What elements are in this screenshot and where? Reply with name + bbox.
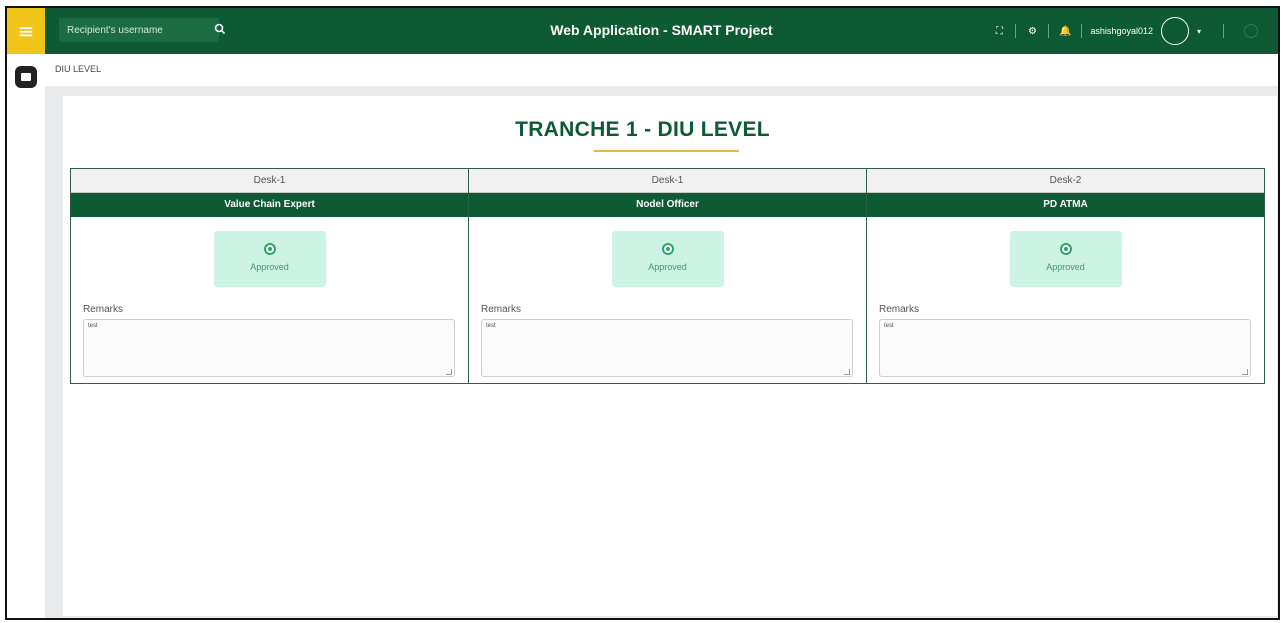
status-approved: Approved bbox=[611, 231, 724, 287]
role-header: Value Chain Expert bbox=[71, 193, 468, 217]
radio-icon bbox=[263, 243, 276, 255]
divider bbox=[1081, 24, 1083, 38]
resize-handle[interactable] bbox=[844, 369, 850, 375]
radio-icon bbox=[1059, 243, 1072, 255]
divider bbox=[1015, 24, 1017, 38]
status-label: Approved bbox=[1046, 262, 1085, 272]
top-navbar: ≡ Web Application - SMART Project ⛶ ⚙ 🔔 … bbox=[7, 8, 1278, 54]
desk-column: Desk-1 Value Chain Expert Approved Remar… bbox=[71, 169, 469, 383]
expand-icon[interactable]: ⛶ bbox=[991, 23, 1007, 39]
resize-handle[interactable] bbox=[1242, 369, 1248, 375]
divider bbox=[1048, 24, 1050, 38]
title-underline bbox=[594, 150, 739, 152]
remarks-field[interactable]: test bbox=[481, 319, 853, 377]
power-icon[interactable] bbox=[1244, 24, 1258, 38]
role-header: PD ATMA bbox=[867, 193, 1264, 217]
message-icon[interactable] bbox=[15, 66, 37, 88]
desk-header: Desk-2 bbox=[867, 169, 1264, 193]
avatar[interactable] bbox=[1160, 17, 1189, 45]
remarks-field[interactable]: test bbox=[83, 319, 455, 377]
desk-table: Desk-1 Value Chain Expert Approved Remar… bbox=[70, 168, 1265, 384]
username-label[interactable]: ashishgoyal012 bbox=[1090, 26, 1153, 36]
desk-column: Desk-2 PD ATMA Approved Remarks test bbox=[867, 169, 1264, 383]
status-label: Approved bbox=[648, 262, 687, 272]
status-approved: Approved bbox=[213, 231, 326, 287]
radio-icon bbox=[661, 243, 674, 255]
desk-column: Desk-1 Nodel Officer Approved Remarks te… bbox=[469, 169, 867, 383]
chevron-down-icon[interactable]: ▾ bbox=[1197, 27, 1201, 36]
header-bar: Web Application - SMART Project ⛶ ⚙ 🔔 as… bbox=[45, 8, 1278, 54]
hamburger-icon: ≡ bbox=[17, 19, 35, 43]
remarks-label: Remarks bbox=[879, 304, 920, 315]
bell-icon[interactable]: 🔔 bbox=[1057, 23, 1073, 39]
menu-toggle-button[interactable]: ≡ bbox=[7, 8, 45, 54]
remarks-label: Remarks bbox=[481, 304, 522, 315]
remarks-field[interactable]: test bbox=[879, 319, 1251, 377]
header-tools: ⛶ ⚙ 🔔 ashishgoyal012 ▾ bbox=[991, 16, 1258, 46]
app-window: ≡ Web Application - SMART Project ⛶ ⚙ 🔔 … bbox=[5, 6, 1280, 620]
remarks-label: Remarks bbox=[83, 304, 124, 315]
desk-header: Desk-1 bbox=[469, 169, 866, 193]
breadcrumb: DIU LEVEL bbox=[55, 64, 102, 74]
gear-icon[interactable]: ⚙ bbox=[1024, 23, 1040, 39]
divider bbox=[1223, 24, 1224, 38]
status-approved: Approved bbox=[1009, 231, 1122, 287]
status-label: Approved bbox=[250, 262, 289, 272]
desk-header: Desk-1 bbox=[71, 169, 468, 193]
role-header: Nodel Officer bbox=[469, 193, 866, 217]
page-title: TRANCHE 1 - DIU LEVEL bbox=[515, 118, 770, 141]
resize-handle[interactable] bbox=[446, 369, 452, 375]
